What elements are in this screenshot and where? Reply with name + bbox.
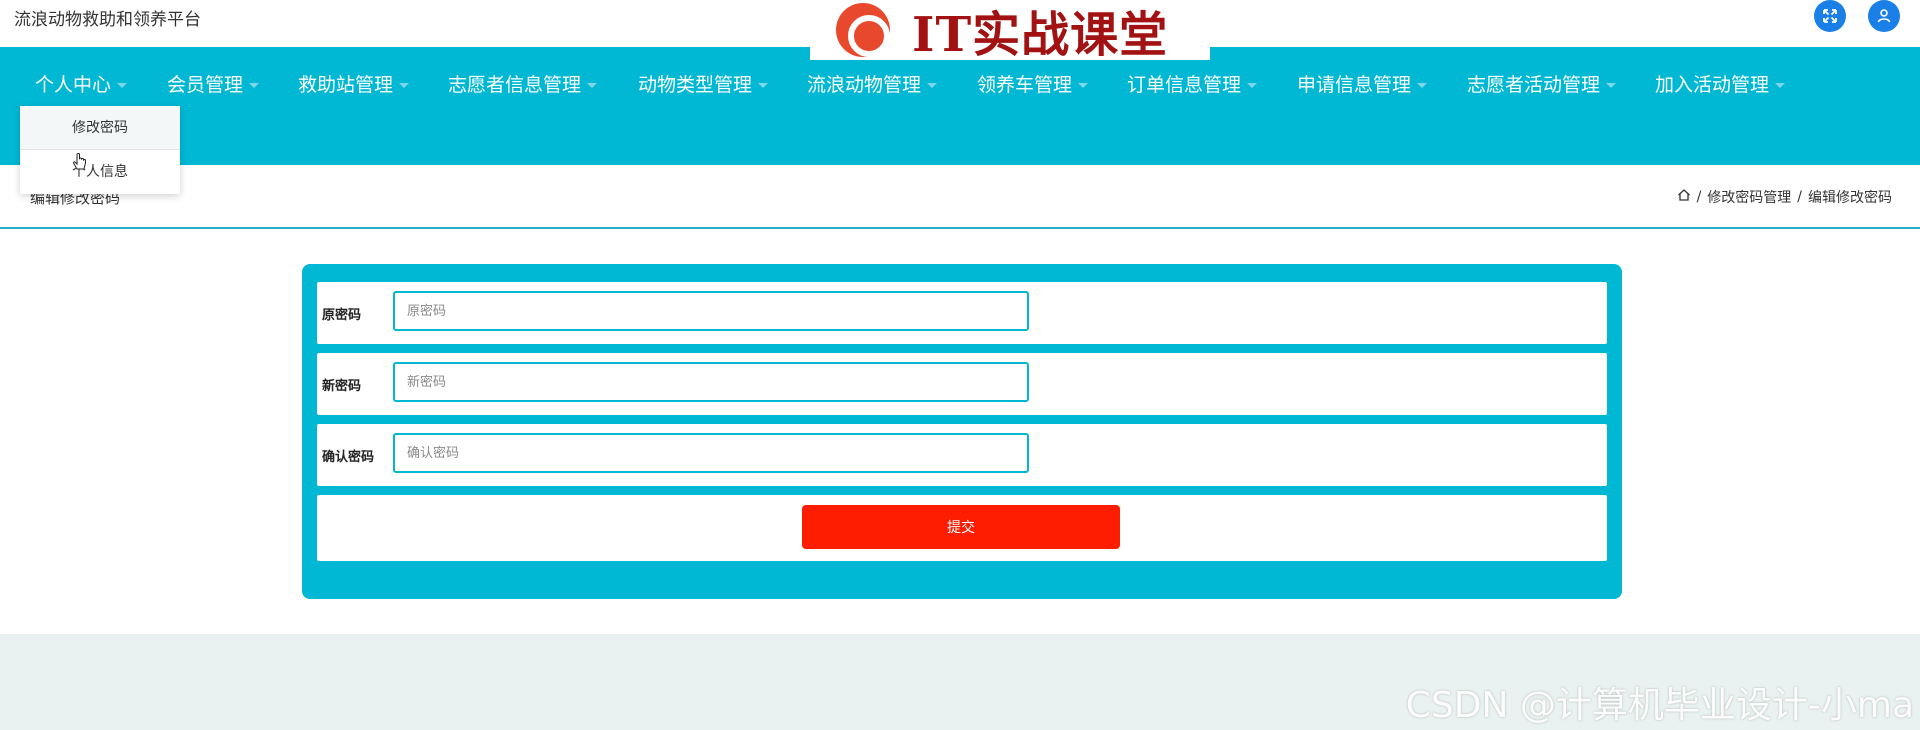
form-row-old-password: 原密码 (317, 282, 1607, 344)
submit-button[interactable]: 提交 (802, 505, 1120, 549)
nav-label: 救助站管理 (298, 74, 394, 96)
caret-down-icon (927, 83, 938, 88)
new-password-input[interactable] (393, 362, 1029, 402)
nav-item-join-activity[interactable]: 加入活动管理 (1655, 70, 1786, 97)
home-icon[interactable] (1677, 188, 1691, 206)
form-row-submit: 提交 (317, 495, 1607, 561)
caret-down-icon (399, 83, 410, 88)
caret-down-icon (117, 83, 128, 88)
caret-down-icon (1247, 83, 1258, 88)
nav-item-animal-type[interactable]: 动物类型管理 (638, 70, 769, 97)
nav-label: 志愿者活动管理 (1467, 74, 1601, 96)
page-titlebar: 编辑修改密码 / 修改密码管理 / 编辑修改密码 (0, 165, 1920, 229)
personal-center-dropdown: 修改密码 个人信息 (20, 106, 180, 194)
nav-label: 个人中心 (35, 74, 112, 96)
nav-item-adoption-cart[interactable]: 领养车管理 (977, 70, 1089, 97)
form-row-confirm-password: 确认密码 (317, 424, 1607, 486)
site-title: 流浪动物救助和领养平台 (14, 10, 201, 30)
nav-item-stray-animal[interactable]: 流浪动物管理 (807, 70, 938, 97)
nav-item-rescue-station[interactable]: 救助站管理 (298, 70, 410, 97)
main-content: 原密码 新密码 确认密码 提交 (0, 229, 1920, 634)
user-icon[interactable] (1868, 0, 1900, 32)
breadcrumb: / 修改密码管理 / 编辑修改密码 (1677, 187, 1892, 207)
nav-item-volunteer-info[interactable]: 志愿者信息管理 (448, 70, 598, 97)
nav-item-order-info[interactable]: 订单信息管理 (1127, 70, 1258, 97)
dropdown-item-change-password[interactable]: 修改密码 (20, 106, 180, 150)
breadcrumb-separator: / (1797, 189, 1802, 205)
caret-down-icon (587, 83, 598, 88)
change-password-form: 原密码 新密码 确认密码 提交 (302, 264, 1622, 599)
nav-item-application-info[interactable]: 申请信息管理 (1297, 70, 1428, 97)
old-password-input[interactable] (393, 291, 1029, 331)
new-password-label: 新密码 (322, 379, 362, 394)
confirm-password-input[interactable] (393, 433, 1029, 473)
confirm-password-label: 确认密码 (322, 450, 375, 465)
hand-cursor-icon (72, 153, 88, 178)
nav-label: 动物类型管理 (638, 74, 753, 96)
nav-item-personal-center[interactable]: 个人中心 (35, 70, 128, 97)
caret-down-icon (1775, 83, 1786, 88)
nav-label: 志愿者信息管理 (448, 74, 582, 96)
watermark: CSDN @计算机毕业设计-小ma (1405, 685, 1914, 726)
nav-label: 领养车管理 (977, 74, 1073, 96)
caret-down-icon (1606, 83, 1617, 88)
nav-label: 申请信息管理 (1297, 74, 1412, 96)
caret-down-icon (249, 83, 260, 88)
nav-label: 订单信息管理 (1127, 74, 1242, 96)
old-password-label: 原密码 (322, 308, 362, 323)
caret-down-icon (1417, 83, 1428, 88)
caret-down-icon (1078, 83, 1089, 88)
banner: IT实战课堂 (810, 0, 1210, 63)
banner-text: IT实战课堂 (912, 7, 1169, 63)
dropdown-item-personal-info[interactable]: 个人信息 (20, 150, 180, 194)
nav-label: 加入活动管理 (1655, 74, 1770, 96)
nav-item-member-management[interactable]: 会员管理 (167, 70, 260, 97)
caret-down-icon (758, 83, 769, 88)
nav-item-volunteer-activity[interactable]: 志愿者活动管理 (1467, 70, 1617, 97)
breadcrumb-item[interactable]: 修改密码管理 (1707, 187, 1791, 207)
breadcrumb-item: 编辑修改密码 (1808, 190, 1892, 206)
breadcrumb-separator: / (1696, 189, 1702, 205)
form-row-new-password: 新密码 (317, 353, 1607, 415)
nav-label: 会员管理 (167, 74, 244, 96)
nav-label: 流浪动物管理 (807, 74, 922, 96)
chrome-logo-icon (836, 3, 890, 57)
expand-icon[interactable] (1814, 0, 1846, 32)
